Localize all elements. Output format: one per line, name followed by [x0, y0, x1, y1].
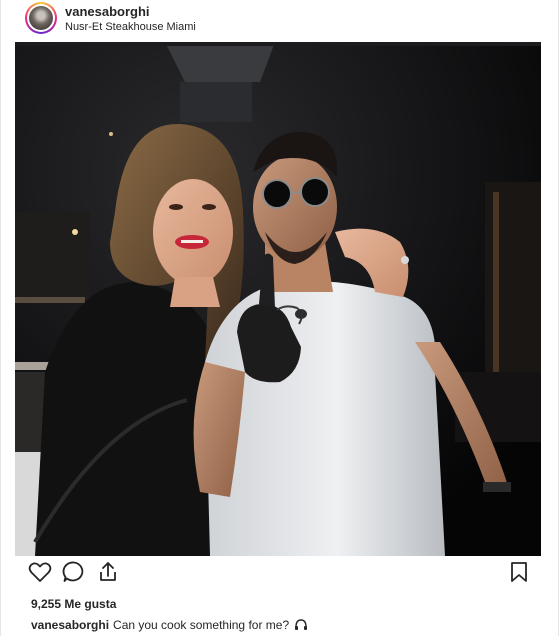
post-photo[interactable]: [15, 42, 541, 556]
bookmark-icon[interactable]: [506, 559, 532, 585]
avatar[interactable]: [25, 2, 57, 34]
comment-icon[interactable]: [61, 559, 87, 585]
post-actions: [1, 556, 559, 592]
share-icon[interactable]: [95, 559, 121, 585]
likes-count[interactable]: 9,255 Me gusta: [31, 597, 116, 611]
location-link[interactable]: Nusr-Et Steakhouse Miami: [65, 21, 196, 33]
username-link[interactable]: vanesaborghi: [65, 4, 150, 19]
caption-text: Can you cook something for me?: [113, 618, 290, 632]
caption-username[interactable]: vanesaborghi: [31, 618, 109, 632]
post-header: vanesaborghi Nusr-Et Steakhouse Miami: [1, 0, 559, 40]
headphones-emoji-icon: [294, 619, 308, 631]
caption: vanesaborghi Can you cook something for m…: [31, 618, 308, 632]
heart-icon[interactable]: [27, 559, 53, 585]
instagram-post: vanesaborghi Nusr-Et Steakhouse Miami 9,…: [0, 0, 559, 636]
photo-illustration: [15, 42, 541, 556]
